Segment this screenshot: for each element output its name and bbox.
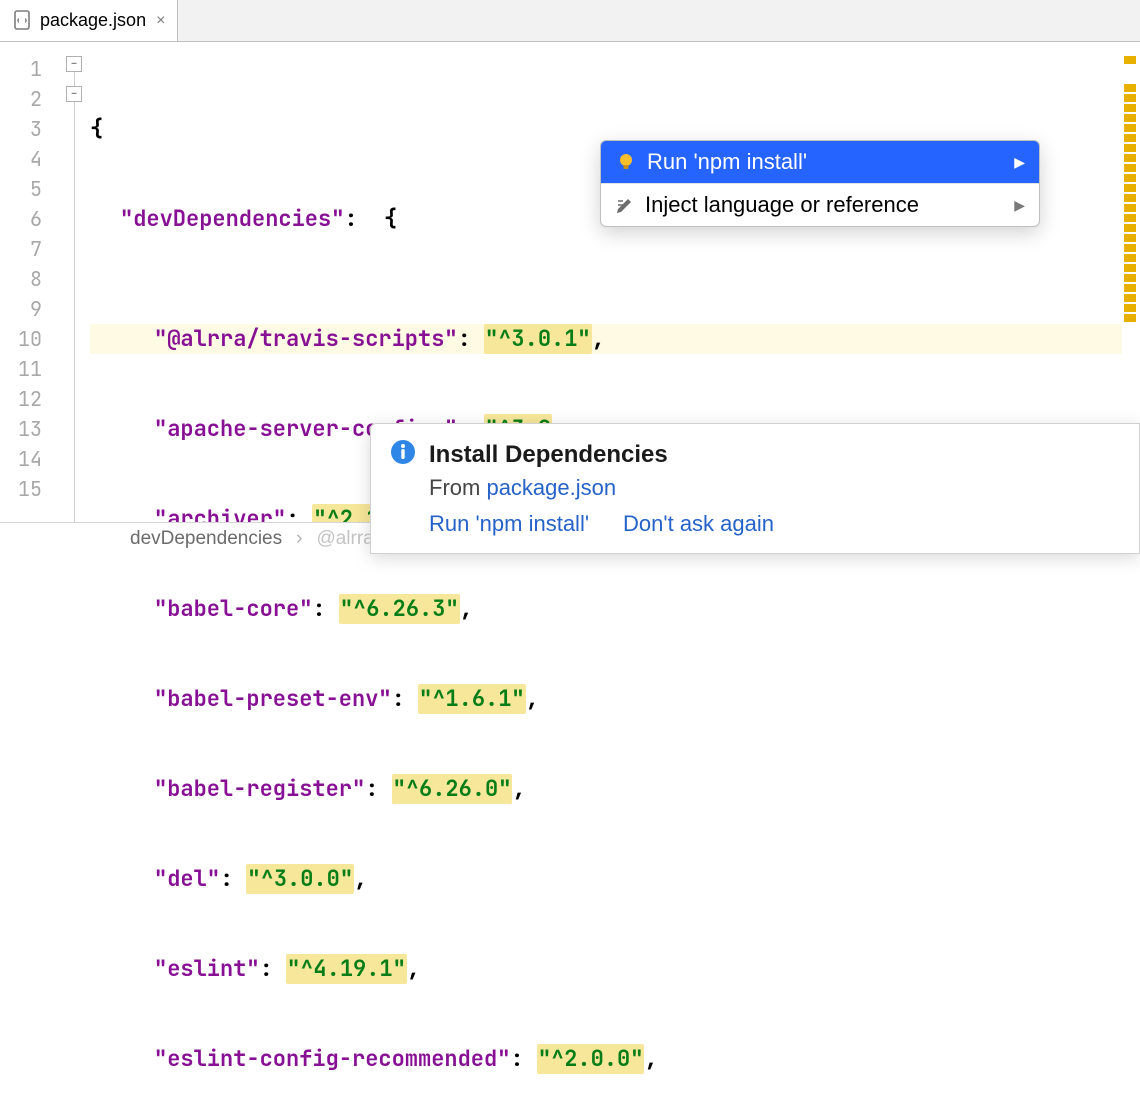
fold-toggle-icon[interactable]: –	[66, 56, 82, 72]
notification-file-link[interactable]: package.json	[486, 475, 616, 500]
chevron-right-icon: ▶	[1014, 154, 1025, 171]
install-deps-notification: Install Dependencies From package.json R…	[370, 423, 1140, 554]
notification-title: Install Dependencies	[429, 441, 668, 469]
breadcrumb-item[interactable]: devDependencies	[130, 528, 282, 550]
line-number-gutter: 123 456 789 101112 131415	[0, 42, 60, 522]
intention-run-npm-install[interactable]: Run 'npm install' ▶	[601, 141, 1039, 183]
close-tab-icon[interactable]: ×	[152, 12, 165, 30]
notification-subtitle: From package.json	[429, 475, 1121, 501]
intention-label: Inject language or reference	[645, 192, 919, 218]
notification-action-dont-ask[interactable]: Don't ask again	[623, 511, 774, 537]
chevron-right-icon: ›	[296, 528, 302, 550]
fold-toggle-icon[interactable]: –	[66, 86, 82, 102]
chevron-right-icon: ▶	[1014, 197, 1025, 214]
editor-tab[interactable]: package.json ×	[0, 0, 178, 41]
edit-icon	[615, 195, 635, 215]
lightbulb-icon	[615, 151, 637, 173]
tab-bar: package.json ×	[0, 0, 1140, 42]
intention-label: Run 'npm install'	[647, 149, 807, 175]
notification-action-run[interactable]: Run 'npm install'	[429, 511, 589, 537]
info-icon	[389, 438, 417, 471]
intention-inject-language[interactable]: Inject language or reference ▶	[601, 184, 1039, 226]
json-file-icon	[12, 10, 34, 32]
tab-filename: package.json	[40, 10, 146, 31]
intention-actions-popup: Run 'npm install' ▶ Inject language or r…	[600, 140, 1040, 227]
fold-gutter: – –	[60, 42, 90, 522]
